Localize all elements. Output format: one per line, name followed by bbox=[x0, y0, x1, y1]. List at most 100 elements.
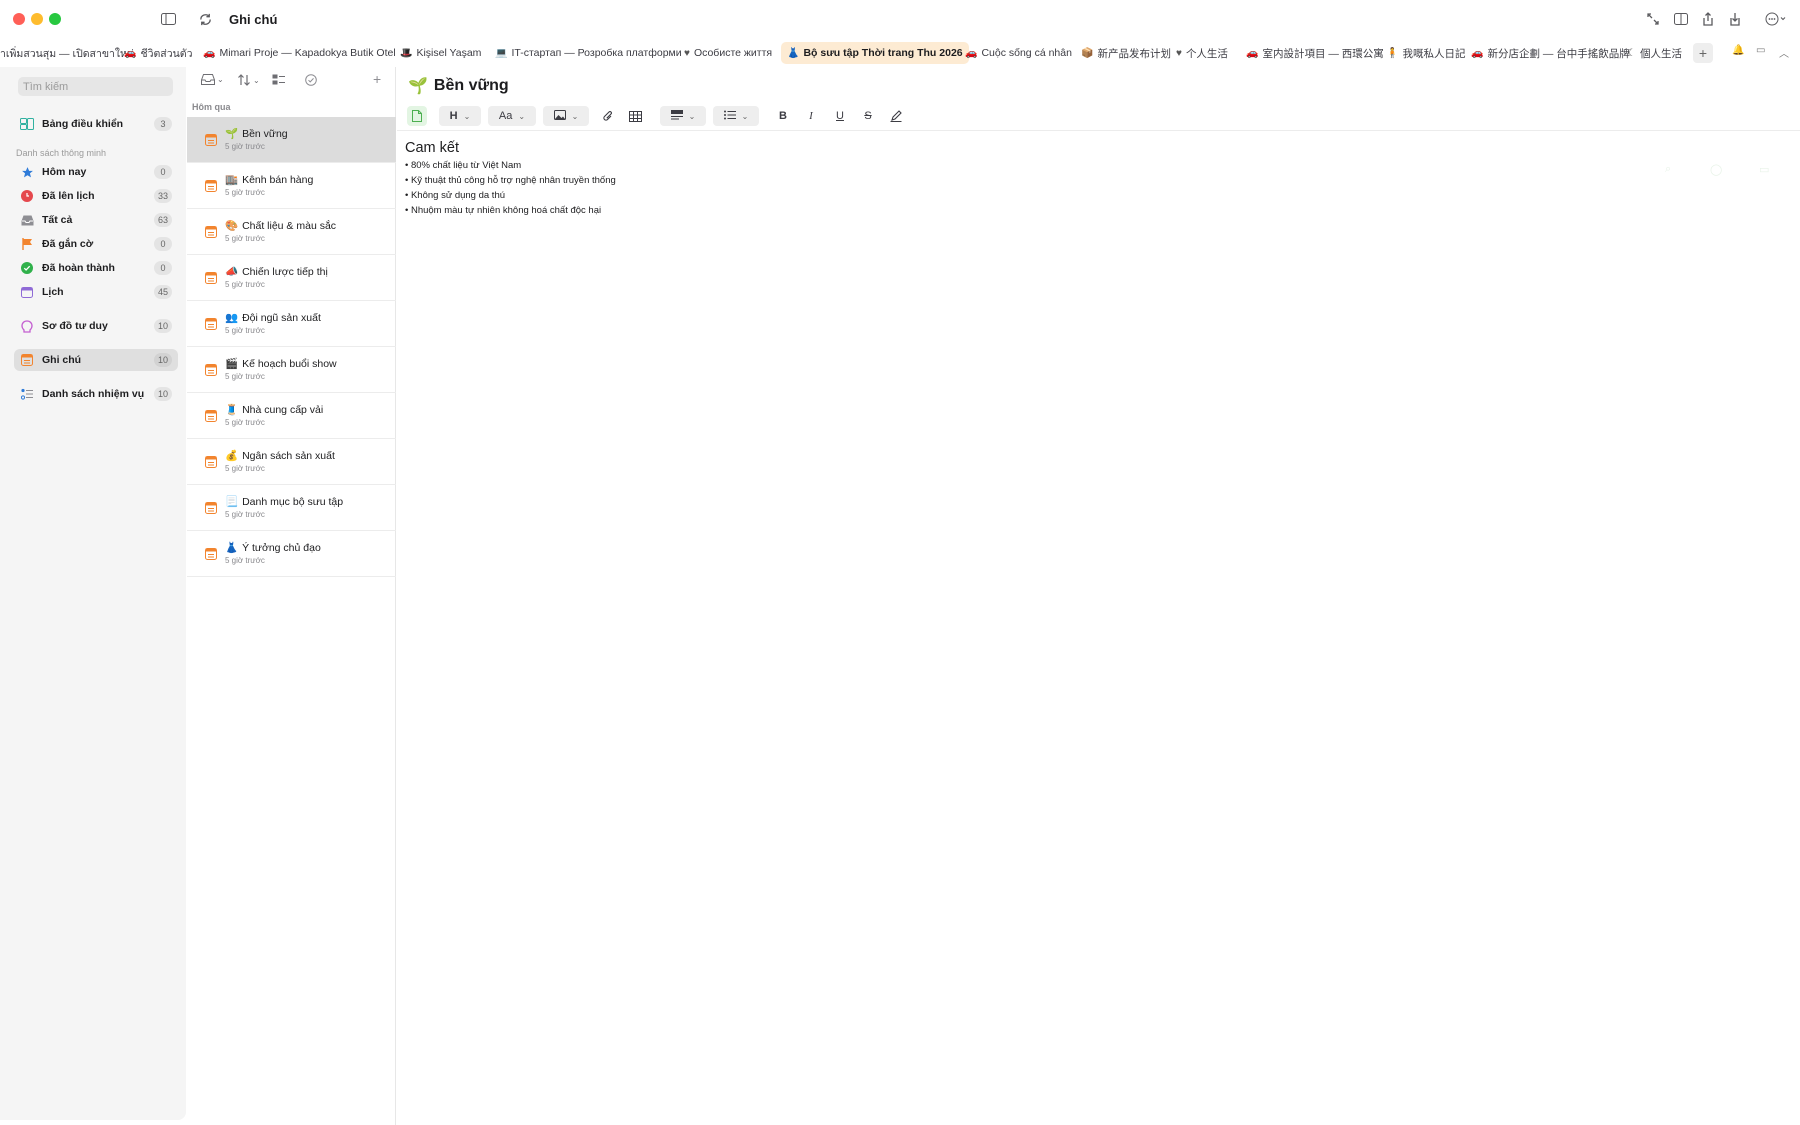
sidebar-item-tasks[interactable]: Danh sách nhiệm vụ 10 bbox=[14, 383, 178, 405]
bold-button[interactable]: B bbox=[774, 106, 792, 126]
note-list-item[interactable]: 📣 Chiến lược tiếp thị 5 giờ trước bbox=[187, 255, 396, 301]
note-body[interactable]: Cam kết • 80% chất liệu từ Việt Nam • Kỹ… bbox=[405, 140, 616, 218]
attachment-icon[interactable] bbox=[599, 106, 617, 126]
split-view-icon[interactable] bbox=[1673, 12, 1689, 26]
sort-icon[interactable]: ⌄ bbox=[237, 74, 260, 86]
block-style-dropdown[interactable]: ⌄ bbox=[660, 106, 706, 126]
sidebar-item-today[interactable]: Hôm nay 0 bbox=[14, 161, 178, 183]
car-icon: 🚗 bbox=[965, 47, 978, 59]
note-title[interactable]: 🌱 Bền vững bbox=[408, 76, 509, 96]
tab-item[interactable]: ♥ 个人生活 bbox=[1170, 42, 1234, 64]
tab-item[interactable]: 📦 新产品发布计划 bbox=[1075, 42, 1177, 64]
close-window-button[interactable] bbox=[13, 13, 25, 25]
layout-icon[interactable]: ▭ bbox=[1756, 45, 1765, 56]
format-toolbar: H ⌄ Aa ⌄ ⌄ ⌄ ⌄ B I U S bbox=[397, 103, 1800, 131]
tab-item[interactable]: 🎩 Kişisel Yaşam bbox=[394, 42, 487, 64]
sync-icon[interactable] bbox=[197, 11, 213, 27]
hat-icon: 🎩 bbox=[400, 47, 413, 59]
view-mode-icon[interactable] bbox=[272, 74, 286, 85]
image-dropdown[interactable]: ⌄ bbox=[543, 106, 589, 126]
note-list-item[interactable]: 🎬 Kế hoạch buổi show 5 giờ trước bbox=[187, 347, 396, 393]
tab-label: 室内設計項目 — 西環公寓 bbox=[1262, 47, 1384, 60]
note-icon bbox=[205, 180, 217, 192]
tray-icon bbox=[20, 213, 34, 227]
sidebar-item-notes[interactable]: Ghi chú 10 bbox=[14, 349, 178, 371]
sidebar-item-label: Sơ đồ tư duy bbox=[42, 320, 108, 332]
note-list-title: 📣 Chiến lược tiếp thị bbox=[225, 265, 328, 278]
heading-label: H bbox=[449, 110, 458, 122]
share-icon[interactable] bbox=[1701, 11, 1715, 27]
count-badge: 3 bbox=[154, 117, 172, 131]
font-size-dropdown[interactable]: Aa ⌄ bbox=[488, 106, 536, 126]
sidebar-item-calendar[interactable]: Lịch 45 bbox=[14, 281, 178, 303]
search-input[interactable] bbox=[18, 77, 173, 96]
document-mode-icon[interactable] bbox=[407, 106, 427, 126]
more-options-icon[interactable] bbox=[1765, 11, 1787, 27]
expand-icon[interactable] bbox=[1646, 12, 1660, 26]
title-bar: Ghi chú bbox=[0, 0, 1800, 38]
note-list-item[interactable]: 🏬 Kênh bán hàng 5 giờ trước bbox=[187, 163, 396, 209]
note-emoji-icon: 📃 bbox=[225, 496, 239, 508]
count-badge: 10 bbox=[153, 319, 172, 333]
sidebar-item-all[interactable]: Tất cả 63 bbox=[14, 209, 178, 231]
bell-icon[interactable]: 🔔 bbox=[1732, 45, 1744, 56]
note-list-item[interactable]: 📃 Danh mục bộ sưu tập 5 giờ trước bbox=[187, 485, 396, 531]
sidebar-item-dashboard[interactable]: Bảng điều khiển 3 bbox=[14, 113, 178, 135]
minimize-window-button[interactable] bbox=[31, 13, 43, 25]
dashboard-icon bbox=[20, 117, 34, 131]
count-badge: 0 bbox=[154, 261, 172, 275]
note-list-item[interactable]: 💰 Ngân sách sản xuất 5 giờ trước bbox=[187, 439, 396, 485]
note-icon bbox=[205, 226, 217, 238]
tab-item[interactable]: ♥ Особисте життя bbox=[678, 42, 778, 64]
smart-list-heading: Danh sách thông minh bbox=[16, 148, 107, 158]
note-emoji-icon: 🎨 bbox=[225, 220, 239, 232]
sidebar-item-label: Lịch bbox=[42, 286, 64, 298]
table-icon[interactable] bbox=[626, 106, 644, 126]
tab-item[interactable]: 🚗 ชีวิตส่วนตัว bbox=[118, 42, 199, 64]
note-list-title: 🌱 Bền vững bbox=[225, 127, 288, 140]
note-bullet: • 80% chất liệu từ Việt Nam bbox=[405, 160, 522, 171]
underline-button[interactable]: U bbox=[831, 106, 849, 126]
heading-dropdown[interactable]: H ⌄ bbox=[439, 106, 481, 126]
tab-item[interactable]: 🚗 Mimari Proje — Kapadokya Butik Otel bbox=[197, 42, 402, 64]
note-list-item[interactable]: 🎨 Chất liệu & màu sắc 5 giờ trước bbox=[187, 209, 396, 255]
tab-item[interactable]: 🧍 我嘅私人日記 bbox=[1380, 42, 1471, 64]
check-filter-icon[interactable] bbox=[305, 74, 317, 86]
note-heading: Cam kết bbox=[405, 140, 459, 156]
image-icon bbox=[553, 109, 566, 123]
add-tab-button[interactable]: + bbox=[1693, 43, 1713, 63]
tab-item[interactable]: ☾ 個人生活 bbox=[1621, 42, 1688, 64]
sidebar-item-completed[interactable]: Đã hoàn thành 0 bbox=[14, 257, 178, 279]
sidebar-item-label: Đã gắn cờ bbox=[42, 238, 94, 250]
sidebar-item-scheduled[interactable]: Đã lên lịch 33 bbox=[14, 185, 178, 207]
note-timestamp: 5 giờ trước bbox=[225, 326, 265, 335]
chevron-up-icon[interactable]: ︿ bbox=[1779, 45, 1789, 60]
download-icon[interactable] bbox=[1728, 11, 1742, 27]
list-dropdown[interactable]: ⌄ bbox=[713, 106, 759, 126]
note-bullet: • Không sử dụng da thú bbox=[405, 190, 506, 201]
sidebar-toggle-icon[interactable] bbox=[160, 12, 176, 26]
note-timestamp: 5 giờ trước bbox=[225, 234, 265, 243]
note-emoji-icon: 🧵 bbox=[225, 404, 239, 416]
zoom-window-button[interactable] bbox=[49, 13, 61, 25]
sidebar-item-mindmap[interactable]: Sơ đồ tư duy 10 bbox=[14, 315, 178, 337]
strikethrough-button[interactable]: S bbox=[859, 106, 877, 126]
tab-item[interactable]: 🚗 室内設計項目 — 西環公寓 bbox=[1240, 42, 1390, 64]
add-note-button[interactable]: + bbox=[373, 71, 381, 87]
moon-icon: ☾ bbox=[1627, 47, 1636, 59]
tab-item[interactable]: 💻 IT-стартап — Розробка платформи bbox=[489, 42, 688, 64]
inbox-filter-icon[interactable]: ⌄ bbox=[201, 74, 224, 85]
tab-item-active[interactable]: 👗 Bộ sưu tập Thời trang Thu 2026 bbox=[781, 42, 969, 64]
note-list-item[interactable]: 🌱 Bền vững 5 giờ trước bbox=[187, 117, 396, 163]
italic-button[interactable]: I bbox=[802, 106, 820, 126]
tab-item[interactable]: 🚗 Cuộc sống cá nhân bbox=[959, 42, 1078, 64]
note-list-item[interactable]: 👥 Đội ngũ sản xuất 5 giờ trước bbox=[187, 301, 396, 347]
note-timestamp: 5 giờ trước bbox=[225, 418, 265, 427]
sidebar-item-flagged[interactable]: Đã gắn cờ 0 bbox=[14, 233, 178, 255]
note-list-item[interactable]: 👗 Ý tưởng chủ đạo 5 giờ trước bbox=[187, 531, 396, 577]
tab-item[interactable]: 🚗 新分店企劃 — 台中手搖飲品牌 bbox=[1465, 42, 1636, 64]
note-list-item[interactable]: 🧵 Nhà cung cấp vải 5 giờ trước bbox=[187, 393, 396, 439]
chevron-down-icon: ⌄ bbox=[253, 75, 260, 85]
highlight-pen-icon[interactable] bbox=[887, 106, 905, 126]
note-icon bbox=[205, 548, 217, 560]
